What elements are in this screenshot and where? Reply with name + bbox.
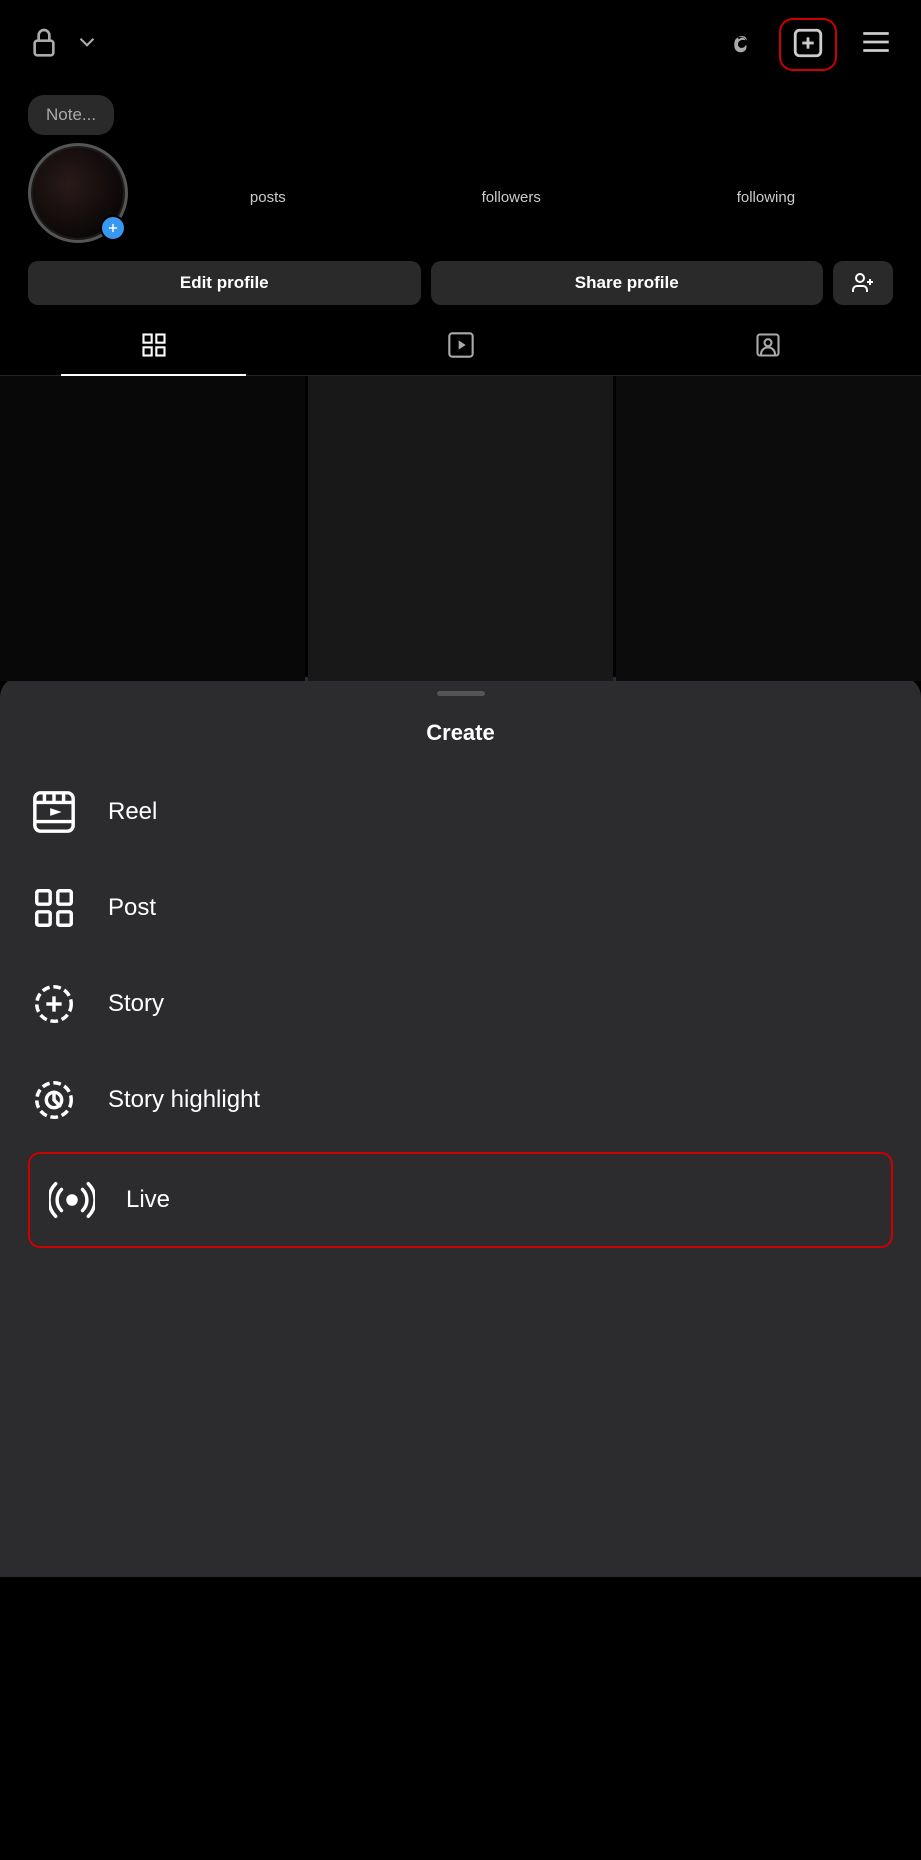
avatar[interactable]: [28, 143, 128, 243]
profile-section: Note... posts followers following: [0, 85, 921, 243]
grid-cell-1[interactable]: [0, 376, 305, 681]
post-icon: [28, 882, 80, 934]
create-post-item[interactable]: Post: [28, 860, 893, 956]
profile-tabs: [0, 315, 921, 376]
create-reel-item[interactable]: Reel: [28, 764, 893, 860]
stats-row: posts followers following: [152, 187, 893, 206]
sheet-title: Create: [0, 696, 921, 764]
story-label: Story: [108, 990, 164, 1018]
followers-stat[interactable]: followers: [482, 187, 541, 206]
share-profile-button[interactable]: Share profile: [431, 261, 824, 305]
hamburger-menu-icon[interactable]: [859, 25, 893, 64]
action-buttons: Edit profile Share profile: [28, 261, 893, 305]
create-story-highlight-item[interactable]: Story highlight: [28, 1052, 893, 1148]
live-label: Live: [126, 1186, 170, 1214]
avatar-add-button[interactable]: [100, 215, 126, 241]
edit-profile-button[interactable]: Edit profile: [28, 261, 421, 305]
drag-handle: [437, 691, 485, 696]
grid-cell-2[interactable]: [308, 376, 613, 681]
following-stat[interactable]: following: [737, 187, 795, 206]
top-bar-left: [28, 26, 100, 63]
photo-grid: [0, 376, 921, 681]
story-highlight-label: Story highlight: [108, 1086, 260, 1114]
create-new-button[interactable]: [779, 18, 837, 71]
tab-tagged[interactable]: [614, 315, 921, 375]
tab-reels[interactable]: [307, 315, 614, 375]
add-person-button[interactable]: [833, 261, 893, 305]
reel-icon: [28, 786, 80, 838]
grid-cell-3[interactable]: [616, 376, 921, 681]
threads-icon[interactable]: [721, 24, 757, 65]
profile-row: posts followers following: [28, 143, 893, 243]
create-menu: Reel Post: [0, 764, 921, 1248]
chevron-down-icon[interactable]: [74, 29, 100, 60]
post-label: Post: [108, 894, 156, 922]
note-bubble[interactable]: Note...: [28, 95, 114, 135]
story-highlight-icon: [28, 1074, 80, 1126]
tab-grid[interactable]: [0, 315, 307, 375]
posts-stat[interactable]: posts: [250, 187, 286, 206]
reel-label: Reel: [108, 798, 157, 826]
story-icon: [28, 978, 80, 1030]
lock-icon: [28, 26, 60, 63]
create-story-item[interactable]: Story: [28, 956, 893, 1052]
top-bar: [0, 0, 921, 85]
top-bar-right: [721, 18, 893, 71]
live-icon: [46, 1174, 98, 1226]
create-bottom-sheet: Create Reel: [0, 677, 921, 1577]
create-live-item[interactable]: Live: [28, 1152, 893, 1248]
